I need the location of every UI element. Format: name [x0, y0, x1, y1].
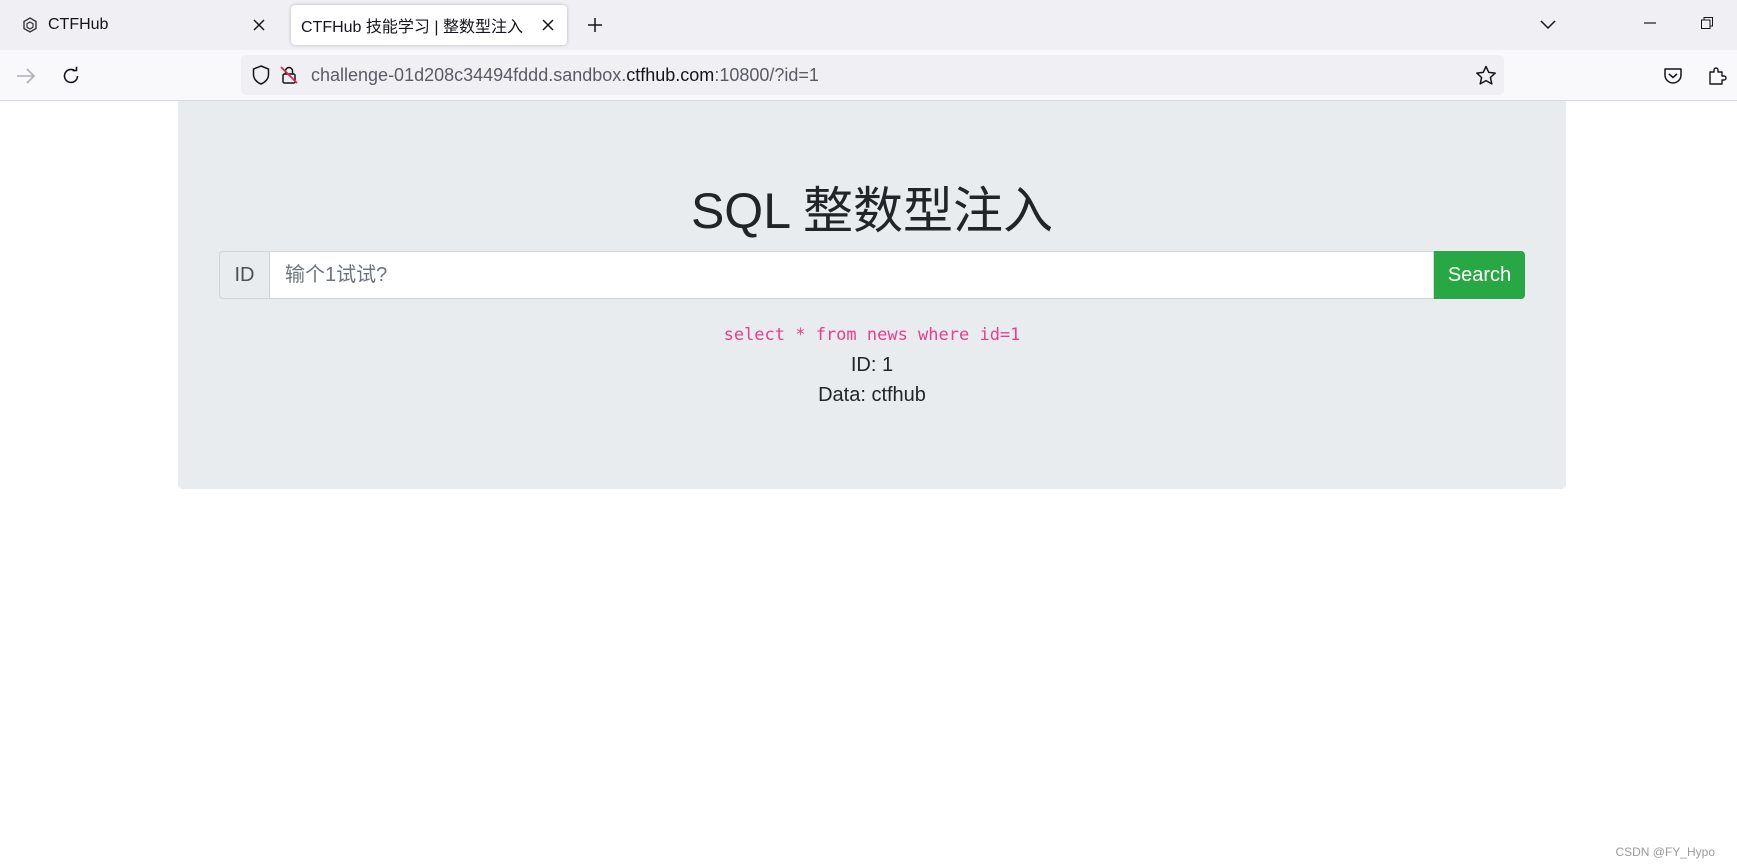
- id-label: ID: [219, 251, 269, 299]
- chevron-down-icon[interactable]: [1535, 12, 1561, 38]
- url-bar[interactable]: challenge-01d208c34494fddd.sandbox.ctfhu…: [241, 55, 1504, 95]
- url-host: ctfhub.com: [626, 64, 715, 85]
- tab-title: CTFHub 技能学习 | 整数型注入: [301, 19, 523, 36]
- url-text[interactable]: challenge-01d208c34494fddd.sandbox.ctfhu…: [311, 65, 819, 86]
- ctfhub-favicon-icon: [22, 16, 40, 34]
- star-icon[interactable]: [1474, 63, 1498, 87]
- result-id: ID: 1: [850, 354, 894, 376]
- navigation-toolbar: challenge-01d208c34494fddd.sandbox.ctfhu…: [0, 50, 1737, 101]
- id-input[interactable]: [269, 251, 1434, 299]
- sql-query: select * from news where id=1: [723, 325, 1021, 345]
- plus-icon[interactable]: [582, 12, 608, 38]
- close-icon[interactable]: [539, 16, 557, 34]
- pocket-icon[interactable]: [1659, 62, 1687, 90]
- restore-icon[interactable]: [1694, 10, 1720, 36]
- page-title: SQL 整数型注入: [690, 183, 1054, 239]
- arrow-right-icon[interactable]: [12, 62, 40, 90]
- search-button[interactable]: Search: [1434, 251, 1525, 299]
- reload-icon[interactable]: [57, 62, 85, 90]
- url-suffix: :10800/?id=1: [714, 64, 819, 85]
- puzzle-icon[interactable]: [1703, 62, 1731, 90]
- tab-ctfhub[interactable]: CTFHub: [8, 5, 278, 45]
- tab-integer-injection[interactable]: CTFHub 技能学习 | 整数型注入: [291, 5, 567, 45]
- watermark: CSDN @FY_Hypo: [1615, 845, 1715, 859]
- close-icon[interactable]: [250, 16, 268, 34]
- url-prefix: challenge-01d208c34494fddd.sandbox.: [311, 64, 627, 85]
- insecure-lock-icon[interactable]: [277, 63, 301, 87]
- minimize-icon[interactable]: [1637, 10, 1663, 36]
- search-form: ID Search: [219, 251, 1525, 299]
- challenge-panel: SQL 整数型注入 ID Search select * from news w…: [178, 101, 1566, 489]
- result-data: Data: ctfhub: [818, 384, 926, 406]
- tab-strip: CTFHub CTFHub 技能学习 | 整数型注入: [0, 0, 1737, 50]
- shield-icon[interactable]: [249, 63, 273, 87]
- tab-title: CTFHub: [48, 16, 109, 33]
